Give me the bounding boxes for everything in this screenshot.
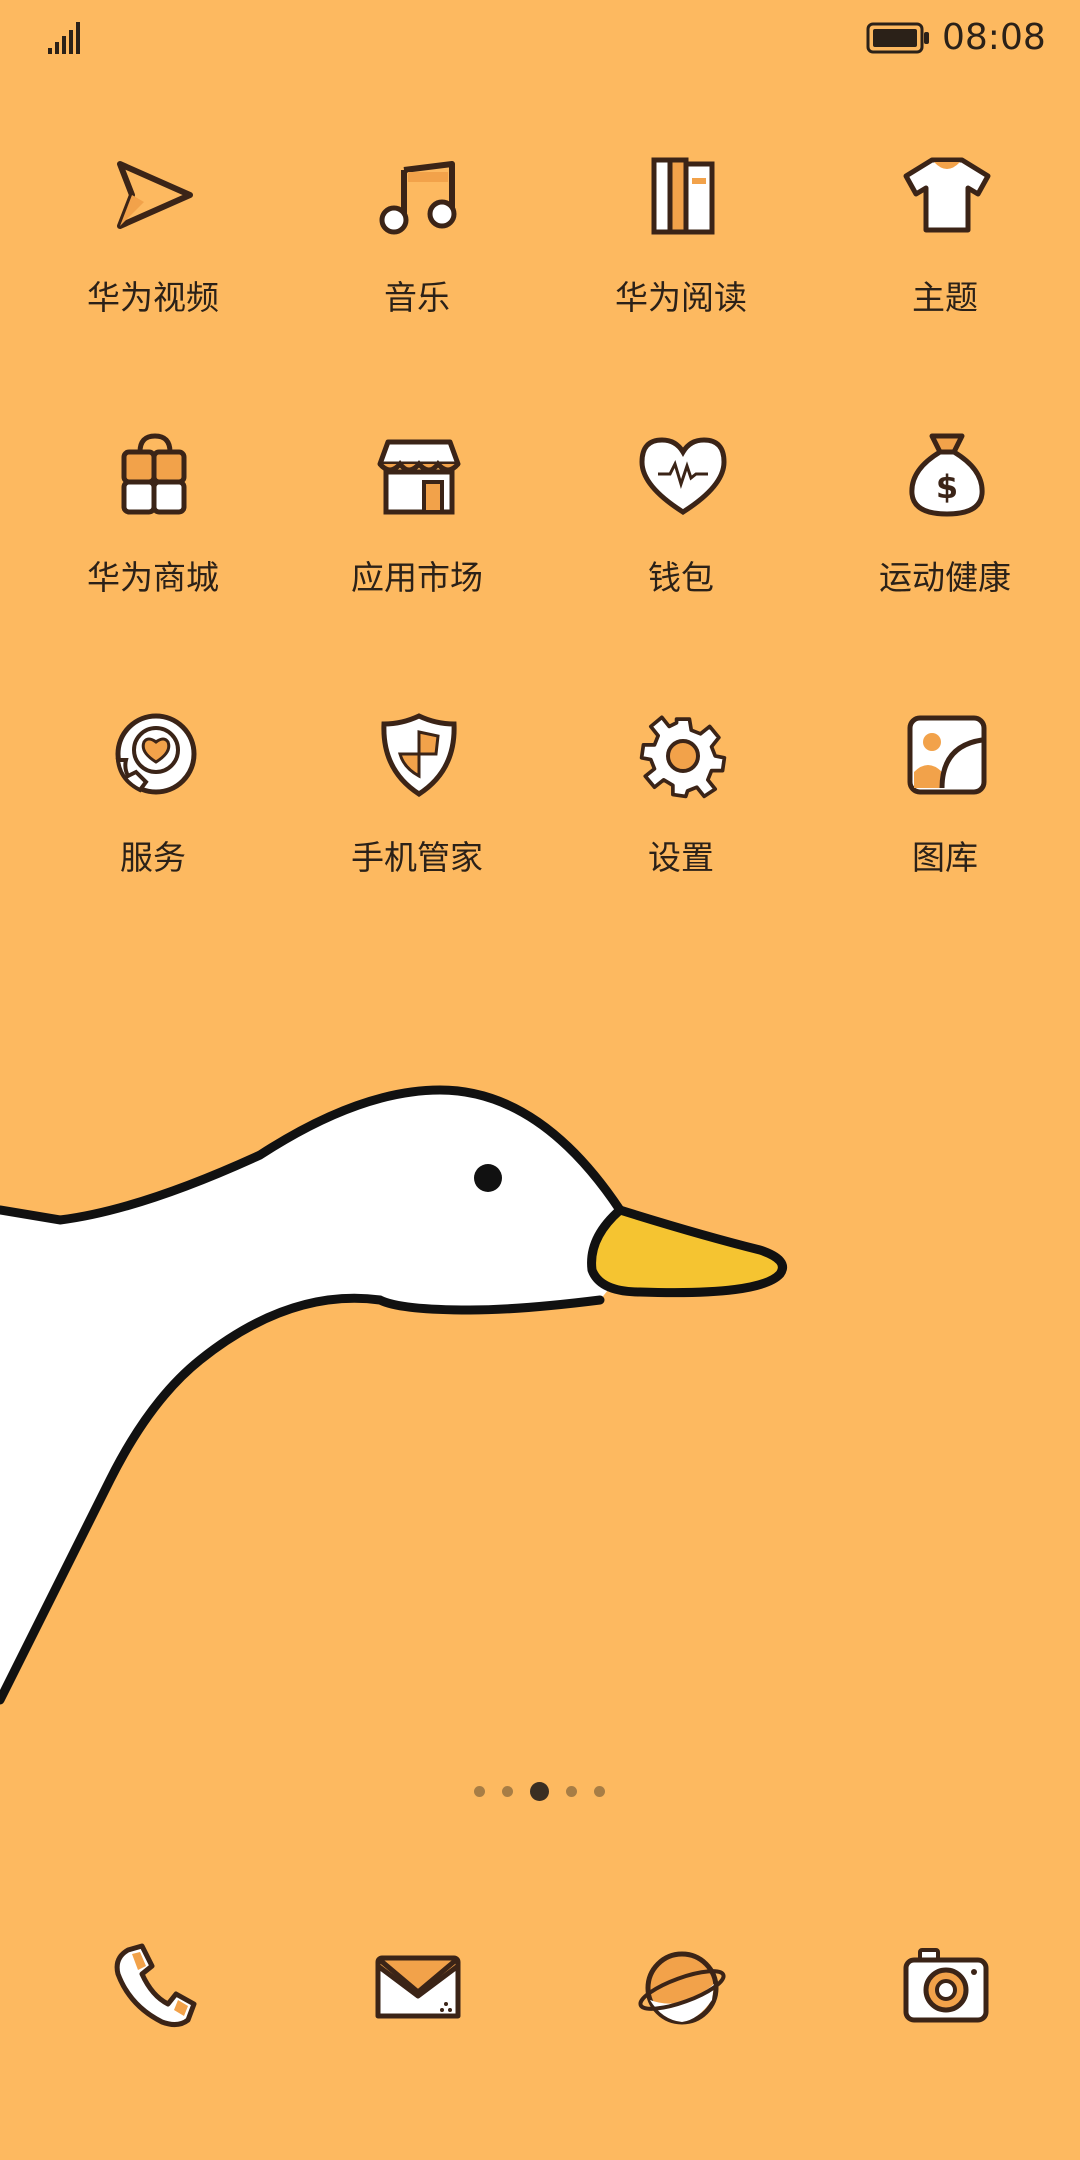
books-icon bbox=[651, 157, 715, 235]
app-label: 运动健康 bbox=[879, 558, 1011, 597]
app-label: 设置 bbox=[648, 838, 714, 877]
app-label: 应用市场 bbox=[351, 558, 483, 597]
video-play-icon bbox=[117, 161, 193, 229]
goose-wallpaper bbox=[0, 1085, 787, 1705]
app-settings[interactable]: 设置 bbox=[546, 700, 810, 940]
signal-bars-icon bbox=[48, 22, 80, 54]
app-gallery[interactable]: 图库 bbox=[810, 700, 1074, 940]
status-bar: 08:08 bbox=[0, 0, 1080, 80]
app-label: 服务 bbox=[120, 838, 186, 877]
app-label: 华为视频 bbox=[87, 278, 219, 317]
app-phone-manager[interactable]: 手机管家 bbox=[282, 700, 546, 940]
app-label: 音乐 bbox=[384, 278, 450, 317]
storefront-icon bbox=[377, 439, 461, 515]
status-clock: 08:08 bbox=[942, 17, 1046, 58]
heart-pulse-icon bbox=[639, 437, 727, 515]
app-label: 主题 bbox=[912, 278, 978, 317]
shield-icon bbox=[381, 713, 457, 797]
mail-icon bbox=[375, 1955, 461, 2019]
dock-phone[interactable] bbox=[88, 1920, 218, 2060]
app-huawei-reader[interactable]: 华为阅读 bbox=[546, 140, 810, 380]
browser-planet-icon bbox=[638, 1951, 726, 2025]
page-dot[interactable] bbox=[474, 1786, 485, 1797]
camera-icon bbox=[903, 1948, 989, 2023]
app-label: 华为阅读 bbox=[615, 278, 747, 317]
shopping-bag-icon bbox=[121, 433, 187, 515]
dock bbox=[0, 1920, 1080, 2070]
tshirt-icon bbox=[903, 157, 991, 233]
page-dot[interactable] bbox=[594, 1786, 605, 1797]
phone-icon bbox=[114, 1943, 197, 2028]
svg-text:$: $ bbox=[936, 468, 958, 506]
app-label: 手机管家 bbox=[351, 838, 483, 877]
app-label: 钱包 bbox=[648, 558, 714, 597]
app-grid: 华为视频 音乐 华为阅读 主题 华为商城 应用市场 钱包 $ 运动健康 服务 手… bbox=[0, 140, 1080, 940]
page-dot-active[interactable] bbox=[530, 1782, 549, 1801]
dock-mail[interactable] bbox=[352, 1920, 482, 2060]
gallery-icon bbox=[907, 715, 987, 795]
app-themes[interactable]: 主题 bbox=[810, 140, 1074, 380]
music-note-icon bbox=[379, 161, 457, 235]
service-phone-heart-icon bbox=[115, 713, 197, 795]
app-label: 华为商城 bbox=[87, 558, 219, 597]
page-indicator[interactable] bbox=[0, 1780, 1080, 1804]
page-dot[interactable] bbox=[566, 1786, 577, 1797]
app-app-gallery[interactable]: 应用市场 bbox=[282, 420, 546, 660]
page-dot[interactable] bbox=[502, 1786, 513, 1797]
dock-browser[interactable] bbox=[616, 1920, 746, 2060]
app-health[interactable]: $ 运动健康 bbox=[810, 420, 1074, 660]
app-label: 图库 bbox=[912, 838, 978, 877]
battery-full-icon bbox=[866, 22, 929, 54]
app-music[interactable]: 音乐 bbox=[282, 140, 546, 380]
dock-camera[interactable] bbox=[880, 1920, 1010, 2060]
app-huawei-store[interactable]: 华为商城 bbox=[18, 420, 282, 660]
app-huawei-video[interactable]: 华为视频 bbox=[18, 140, 282, 380]
app-wallet[interactable]: 钱包 bbox=[546, 420, 810, 660]
app-services[interactable]: 服务 bbox=[18, 700, 282, 940]
gear-icon bbox=[639, 715, 727, 799]
money-bag-icon: $ bbox=[909, 433, 985, 517]
